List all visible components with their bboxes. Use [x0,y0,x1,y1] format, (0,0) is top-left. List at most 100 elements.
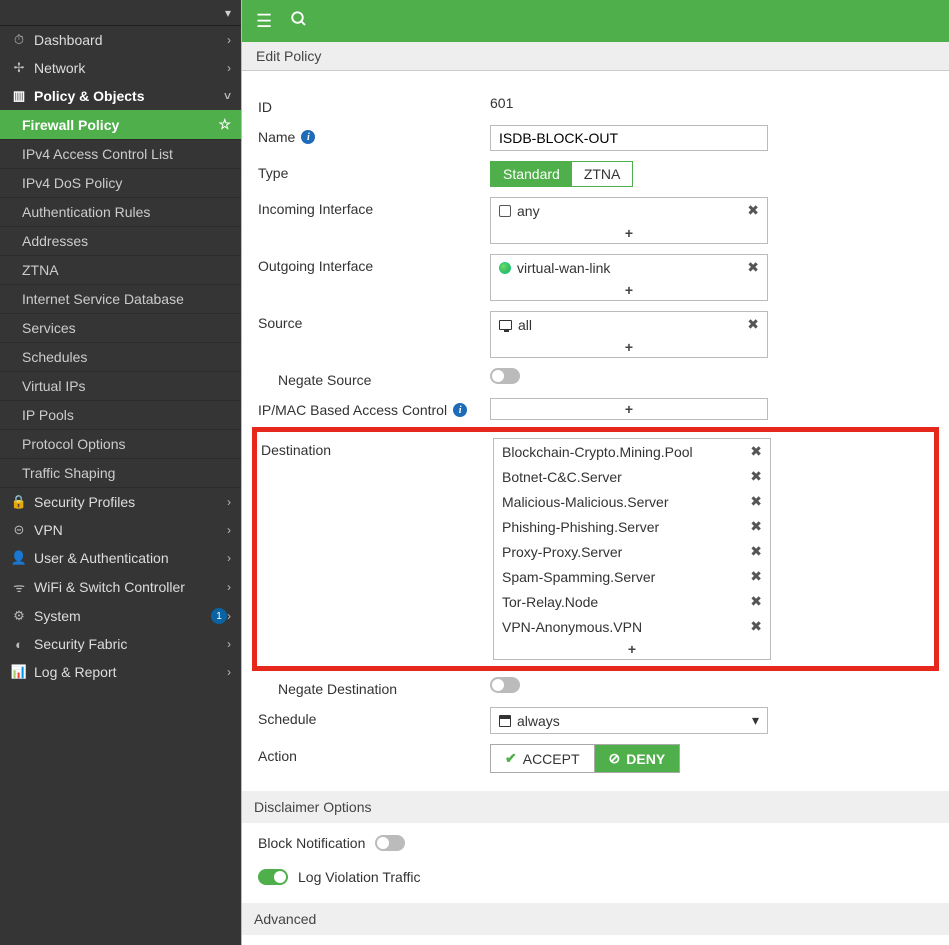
subnav-ip-pools[interactable]: IP Pools [0,401,241,430]
subnav-isdb[interactable]: Internet Service Database [0,285,241,314]
add-ipmac-button[interactable]: + [491,399,767,419]
subnav-label: Authentication Rules [22,204,150,220]
calendar-icon [499,715,511,727]
fabric-icon: ◐ [10,637,28,652]
source-select[interactable]: all ✖ + [490,311,768,358]
main-panel: ☰ Edit Policy ID 601 Name i Type Standar… [241,0,949,945]
sidebar-collapse[interactable]: ▾ [0,0,241,26]
subnav-label: IP Pools [22,407,74,423]
remove-icon[interactable]: ✖ [750,443,762,460]
item-text: VPN-Anonymous.VPN [502,619,642,635]
nav-log-report[interactable]: 📊 Log & Report › [0,658,241,686]
negate-destination-toggle[interactable] [490,677,520,693]
subnav-auth-rules[interactable]: Authentication Rules [0,198,241,227]
info-icon[interactable]: i [453,403,467,417]
subnav-label: Addresses [22,233,88,249]
remove-icon[interactable]: ✖ [750,518,762,535]
subnav-services[interactable]: Services [0,314,241,343]
label-incoming-interface: Incoming Interface [258,197,490,217]
policy-icon: ▥ [10,88,28,104]
chevron-right-icon: › [227,580,231,594]
chevron-right-icon: › [227,495,231,509]
label-name: Name i [258,125,490,145]
menu-icon[interactable]: ☰ [256,11,272,32]
deny-icon: ⊘ [609,750,621,767]
remove-icon[interactable]: ✖ [750,493,762,510]
subnav-traffic-shaping[interactable]: Traffic Shaping [0,459,241,488]
log-violation-toggle[interactable] [258,869,288,885]
chevron-right-icon: › [227,33,231,47]
lock-icon: 🔒 [10,494,28,510]
nav-wifi-switch[interactable]: ᯤ WiFi & Switch Controller › [0,572,241,602]
nav-policy-objects[interactable]: ▥ Policy & Objects ˅ [0,82,241,110]
item-text: Phishing-Phishing.Server [502,519,659,535]
outgoing-interface-select[interactable]: virtual-wan-link ✖ + [490,254,768,301]
subnav-label: Protocol Options [22,436,126,452]
globe-icon [499,262,511,274]
add-outgoing-button[interactable]: + [491,280,767,300]
incoming-interface-select[interactable]: any ✖ + [490,197,768,244]
remove-icon[interactable]: ✖ [747,202,759,219]
add-destination-button[interactable]: + [494,639,770,659]
subnav-label: Schedules [22,349,87,365]
subnav-addresses[interactable]: Addresses [0,227,241,256]
remove-icon[interactable]: ✖ [750,593,762,610]
sidebar: ▾ ⏱ Dashboard › ✢ Network › ▥ Policy & O… [0,0,241,945]
nav-label: VPN [34,522,227,538]
page-title: Edit Policy [242,42,949,71]
destination-highlight: Destination Blockchain-Crypto.Mining.Poo… [252,427,939,671]
remove-icon[interactable]: ✖ [750,618,762,635]
subnav-protocol-options[interactable]: Protocol Options [0,430,241,459]
nav-dashboard[interactable]: ⏱ Dashboard › [0,26,241,54]
star-icon[interactable]: ☆ [218,116,231,133]
type-toggle[interactable]: Standard ZTNA [490,161,633,187]
remove-icon[interactable]: ✖ [747,316,759,333]
item-text: Malicious-Malicious.Server [502,494,669,510]
action-toggle[interactable]: ✔ACCEPT ⊘DENY [490,744,680,773]
search-icon[interactable] [290,10,308,33]
subnav-ipv4-acl[interactable]: IPv4 Access Control List [0,140,241,169]
subnav-label: IPv4 Access Control List [22,146,173,162]
subnav-label: Traffic Shaping [22,465,115,481]
action-deny-button[interactable]: ⊘DENY [595,745,680,772]
nav-security-fabric[interactable]: ◐ Security Fabric › [0,630,241,658]
badge-count: 1 [211,608,227,624]
type-standard-button[interactable]: Standard [491,162,572,186]
item-text: all [518,317,532,333]
subnav-label: Internet Service Database [22,291,184,307]
subnav-label: Services [22,320,76,336]
schedule-select[interactable]: always ▾ [490,707,768,734]
subnav-virtual-ips[interactable]: Virtual IPs [0,372,241,401]
item-text: Spam-Spamming.Server [502,569,655,585]
vpn-icon: ⊝ [10,522,28,538]
subnav-ipv4-dos[interactable]: IPv4 DoS Policy [0,169,241,198]
name-input[interactable] [490,125,768,151]
nav-user-auth[interactable]: 👤 User & Authentication › [0,544,241,572]
nav-system[interactable]: ⚙ System 1 › [0,602,241,630]
nav-network[interactable]: ✢ Network › [0,54,241,82]
block-notification-toggle[interactable] [375,835,405,851]
nav-label: Security Fabric [34,636,227,652]
negate-source-toggle[interactable] [490,368,520,384]
action-accept-button[interactable]: ✔ACCEPT [491,745,595,772]
nav-label: Log & Report [34,664,227,680]
subnav-ztna[interactable]: ZTNA [0,256,241,285]
type-ztna-button[interactable]: ZTNA [572,162,633,186]
nav-label: Policy & Objects [34,88,224,104]
destination-select[interactable]: Blockchain-Crypto.Mining.Pool✖ Botnet-C&… [493,438,771,660]
add-incoming-button[interactable]: + [491,223,767,243]
ipmac-select[interactable]: + [490,398,768,420]
info-icon[interactable]: i [301,130,315,144]
remove-icon[interactable]: ✖ [750,568,762,585]
subnav-schedules[interactable]: Schedules [0,343,241,372]
subnav-firewall-policy[interactable]: Firewall Policy ☆ [0,110,241,140]
chevron-right-icon: › [227,551,231,565]
label-type: Type [258,161,490,181]
nav-security-profiles[interactable]: 🔒 Security Profiles › [0,488,241,516]
nav-vpn[interactable]: ⊝ VPN › [0,516,241,544]
remove-icon[interactable]: ✖ [747,259,759,276]
label-id: ID [258,95,490,115]
remove-icon[interactable]: ✖ [750,468,762,485]
remove-icon[interactable]: ✖ [750,543,762,560]
add-source-button[interactable]: + [491,337,767,357]
